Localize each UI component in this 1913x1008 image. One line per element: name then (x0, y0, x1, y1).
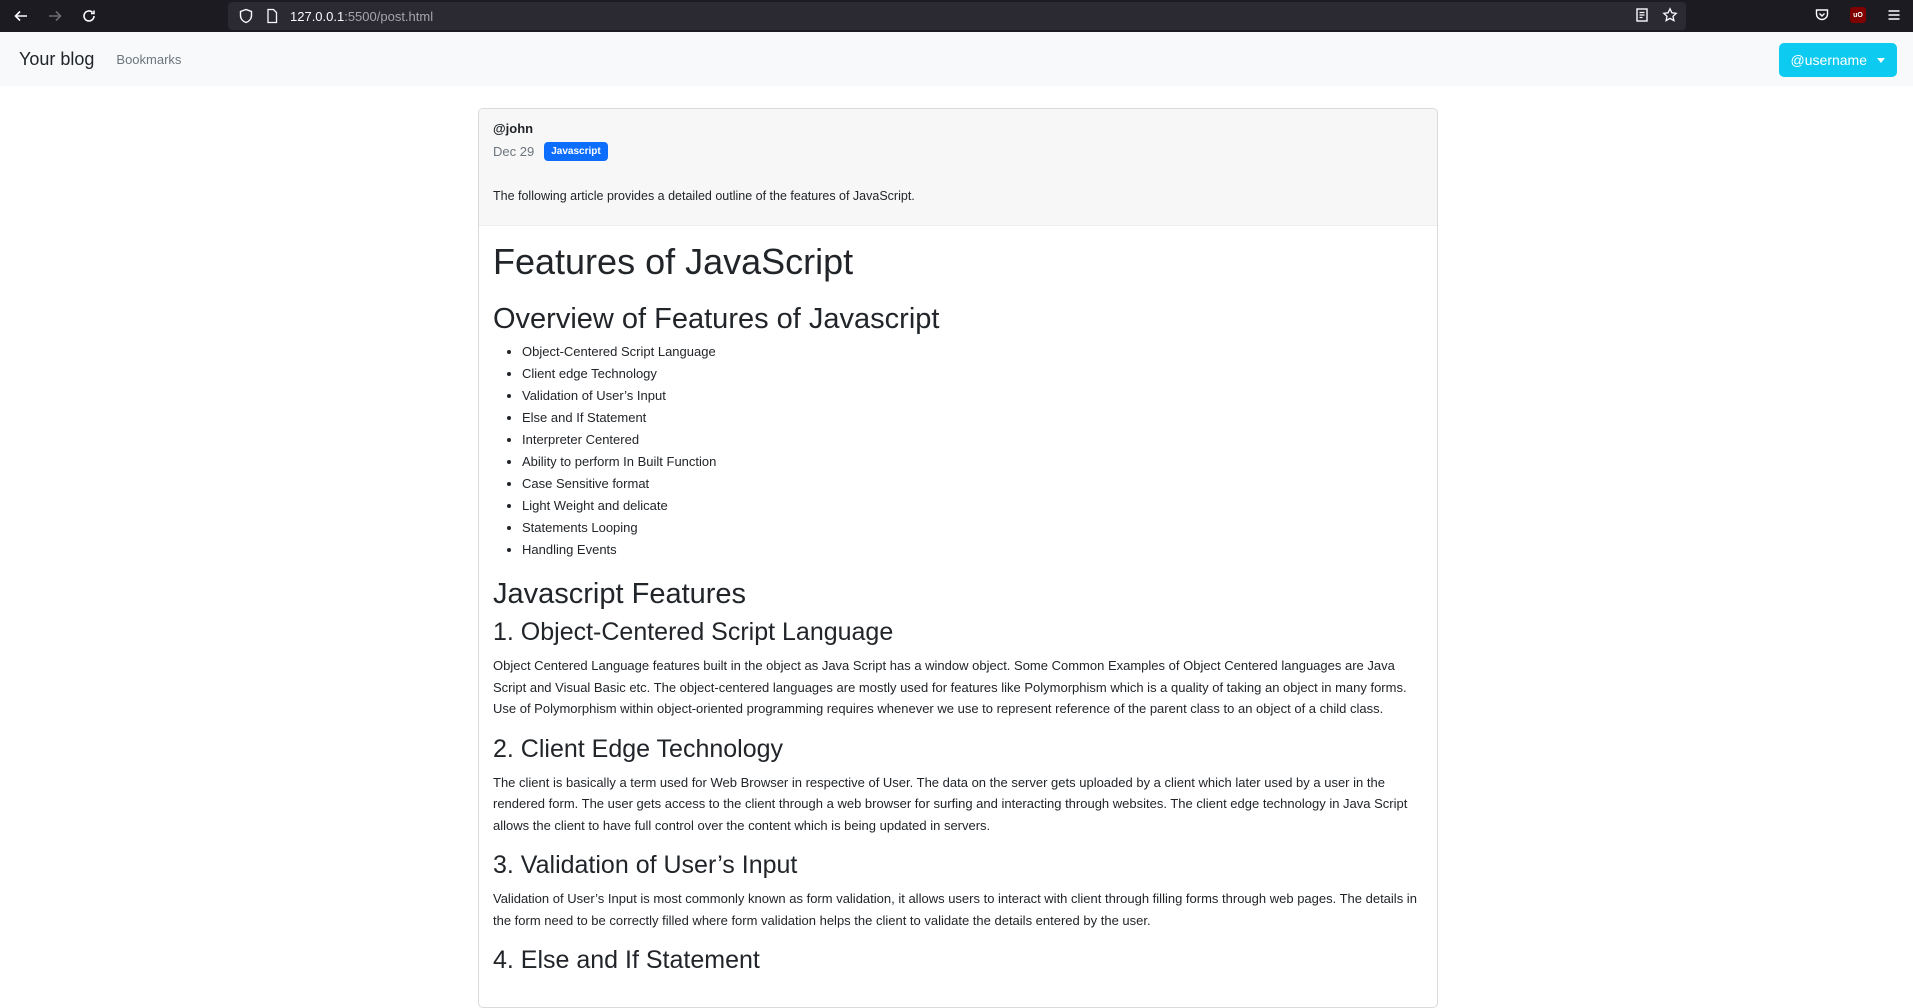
back-button[interactable] (8, 3, 34, 29)
section-heading: 2. Client Edge Technology (493, 734, 784, 763)
features-heading: Javascript Features (493, 578, 747, 611)
shield-icon[interactable] (238, 8, 254, 24)
navbar-brand[interactable]: Your blog (19, 49, 94, 70)
back-arrow-icon (14, 10, 27, 22)
section-heading: 3. Validation of User’s Input (493, 851, 798, 880)
section-paragraph: The client is basically a term used for … (493, 774, 1408, 833)
post-summary: The following article provides a detaile… (493, 189, 915, 203)
list-item: Handling Events (522, 539, 1423, 561)
reload-button[interactable] (76, 3, 102, 29)
list-item: Interpreter Centered (522, 429, 1423, 451)
post-date: Dec 29 (493, 144, 535, 159)
caret-down-icon (1877, 57, 1885, 63)
menu-hamburger-icon[interactable] (1885, 6, 1903, 24)
section-paragraph: Validation of User’s Input is most commo… (493, 891, 1417, 928)
post-card-header: @john Dec 29 Javascript The following ar… (479, 109, 1437, 226)
address-bar[interactable]: 127.0.0.1:5500/post.html (228, 2, 1686, 30)
post-card: @john Dec 29 Javascript The following ar… (478, 108, 1438, 1008)
nav-link-bookmarks[interactable]: Bookmarks (116, 52, 181, 67)
list-item: Light Weight and delicate (522, 495, 1423, 517)
ublock-origin-icon[interactable]: uO (1849, 6, 1867, 24)
forward-arrow-icon (49, 10, 62, 22)
bookmark-star-icon[interactable] (1662, 7, 1678, 23)
url-path: :5500/post.html (344, 8, 434, 24)
user-dropdown-button[interactable]: @username (1778, 43, 1897, 77)
forward-button[interactable] (42, 3, 68, 29)
post-body: Features of JavaScript Overview of Featu… (479, 226, 1437, 999)
section-heading: 1. Object-Centered Script Language (493, 618, 894, 647)
list-item: Else and If Statement (522, 407, 1423, 429)
reload-icon (83, 10, 95, 22)
list-item: Validation of User’s Input (522, 385, 1423, 407)
list-item: Ability to perform In Built Function (522, 451, 1423, 473)
reader-view-icon[interactable] (1634, 7, 1650, 23)
tag-badge[interactable]: Javascript (544, 142, 608, 161)
user-dropdown-label: @username (1790, 52, 1867, 68)
list-item: Statements Looping (522, 517, 1423, 539)
url-host: 127.0.0.1 (290, 8, 345, 24)
overview-list: Object-Centered Script Language Client e… (522, 341, 1423, 561)
list-item: Object-Centered Script Language (522, 341, 1423, 363)
pocket-icon[interactable] (1813, 6, 1831, 24)
browser-toolbar: 127.0.0.1:5500/post.html uO (0, 0, 1913, 32)
section-paragraph: Object Centered Language features built … (493, 658, 1407, 717)
list-item: Client edge Technology (522, 363, 1423, 385)
site-navbar: Your blog Bookmarks @username (0, 32, 1913, 86)
post-author[interactable]: @john (493, 121, 1423, 136)
list-item: Case Sensitive format (522, 473, 1423, 495)
post-title: Features of JavaScript (493, 241, 854, 282)
post-meta: Dec 29 Javascript (493, 142, 1423, 161)
page-icon (264, 8, 280, 24)
overview-heading: Overview of Features of Javascript (493, 302, 940, 335)
section-heading: 4. Else and If Statement (493, 946, 760, 975)
url-text[interactable]: 127.0.0.1:5500/post.html (290, 9, 433, 24)
